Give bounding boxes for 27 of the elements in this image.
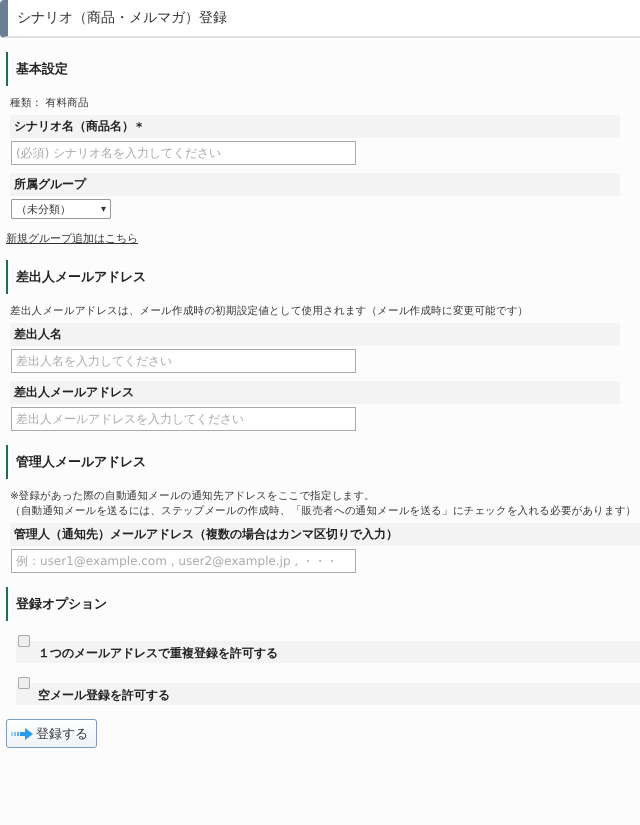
note-text: ※登録があった際の自動通知メールの通知先アドレスをここで指定します。: [10, 489, 376, 504]
page-title: シナリオ（商品・メルマガ）登録: [16, 9, 227, 28]
input-field[interactable]: 例：user1@example.com , user2@example.jp , ・・・: [11, 549, 356, 573]
field-label: 所属グループ: [14, 176, 86, 193]
checkbox-label[interactable]: 空メール登録を許可する: [38, 687, 170, 704]
input-field[interactable]: (必須) シナリオ名を入力してください: [11, 141, 356, 165]
note-text: 種類： 有料商品: [10, 96, 90, 111]
checkbox[interactable]: [18, 635, 30, 647]
input-field[interactable]: 差出人名を入力してください: [11, 349, 356, 373]
checkbox[interactable]: [18, 677, 30, 689]
checkbox-label[interactable]: １つのメールアドレスで重複登録を許可する: [38, 645, 278, 662]
note-text: （自動通知メールを送るには、ステップメールの作成時、「販売者への通知メールを送る」にチェックを入れる必要があります）: [10, 504, 636, 519]
group-dropdown[interactable]: （未分類） ▾: [11, 199, 111, 219]
field-label: 差出人名: [14, 326, 62, 343]
add-group-link[interactable]: 新規グループ追加はこちら: [6, 232, 138, 245]
required-mark: *: [136, 120, 142, 134]
field-label: シナリオ名（商品名）: [14, 118, 134, 135]
section-heading: 登録オプション: [16, 596, 107, 613]
field-label: 差出人メールアドレス: [14, 384, 134, 401]
section-heading: 差出人メールアドレス: [16, 269, 146, 286]
input-field[interactable]: 差出人メールアドレスを入力してください: [11, 407, 356, 431]
arrow-icon: [11, 728, 33, 740]
note-text: 差出人メールアドレスは、メール作成時の初期設定値として使用されます（メール作成時に変更可能です）: [10, 304, 530, 319]
register-button[interactable]: 登録する: [6, 719, 97, 748]
field-label: 管理人（通知先）メールアドレス（複数の場合はカンマ区切りで入力）: [14, 526, 398, 543]
section-heading: 基本設定: [16, 60, 68, 78]
section-heading: 管理人メールアドレス: [16, 454, 146, 471]
